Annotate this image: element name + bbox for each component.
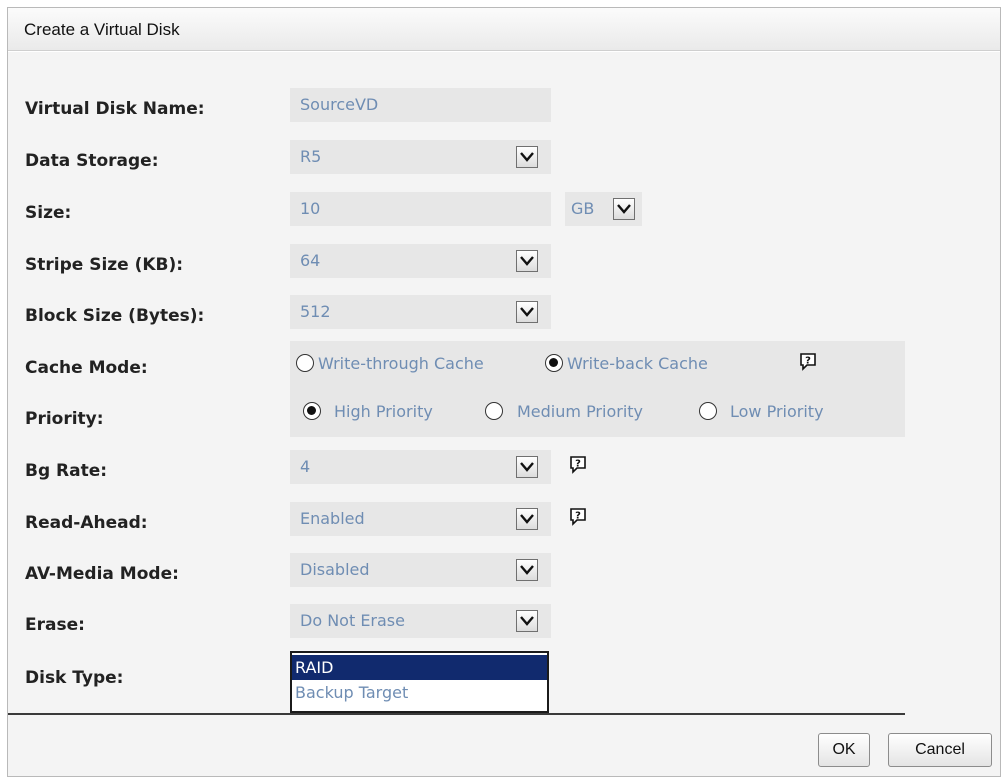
size-input[interactable]: 10 [290,192,551,226]
chevron-down-icon [617,204,631,214]
stripe-size-select[interactable]: 64 [290,244,551,278]
svg-text:?: ? [575,459,581,470]
av-media-mode-select[interactable]: Disabled [290,553,551,587]
help-icon[interactable]: ? [568,506,588,526]
create-virtual-disk-dialog: Create a Virtual Disk Virtual Disk Name:… [7,7,1001,777]
erase-label: Erase: [25,615,85,635]
read-ahead-dropdown-button[interactable] [516,508,538,530]
cache-mode-write-back-radio[interactable] [545,354,563,372]
priority-low-label[interactable]: Low Priority [730,402,824,421]
virtual-disk-name-label: Virtual Disk Name: [25,99,205,119]
data-storage-value: R5 [300,147,322,166]
ok-button[interactable]: OK [818,733,870,767]
size-unit-value: GB [571,199,595,218]
divider [8,713,905,715]
read-ahead-label: Read-Ahead: [25,513,148,533]
priority-high-radio[interactable] [303,402,321,420]
block-size-value: 512 [300,302,331,321]
stripe-size-dropdown-button[interactable] [516,250,538,272]
erase-dropdown-button[interactable] [516,610,538,632]
priority-medium-radio[interactable] [485,402,503,420]
dialog-title: Create a Virtual Disk [24,20,180,39]
av-media-mode-label: AV-Media Mode: [25,564,179,584]
bg-rate-dropdown-button[interactable] [516,456,538,478]
block-size-label: Block Size (Bytes): [25,306,205,326]
cache-mode-write-through-label[interactable]: Write-through Cache [318,354,484,373]
read-ahead-value: Enabled [300,509,365,528]
cache-mode-write-through-radio[interactable] [296,354,314,372]
chevron-down-icon [520,462,534,472]
disk-type-label: Disk Type: [25,668,124,688]
virtual-disk-name-input[interactable]: SourceVD [290,88,551,122]
svg-text:?: ? [805,356,811,367]
stripe-size-value: 64 [300,251,321,270]
chevron-down-icon [520,514,534,524]
cache-mode-options: Write-through Cache Write-back Cache ? [290,341,905,385]
chevron-down-icon [520,565,534,575]
disk-type-option-raid[interactable]: RAID [292,655,547,680]
help-icon[interactable]: ? [568,454,588,474]
chevron-down-icon [520,616,534,626]
priority-options: High Priority Medium Priority Low Priori… [290,385,905,437]
bg-rate-select[interactable]: 4 [290,450,551,484]
erase-value: Do Not Erase [300,611,405,630]
cache-mode-write-back-label[interactable]: Write-back Cache [567,354,708,373]
priority-high-label[interactable]: High Priority [334,402,433,421]
size-label: Size: [25,203,72,223]
cache-mode-label: Cache Mode: [25,358,148,378]
cancel-button[interactable]: Cancel [888,733,992,767]
stripe-size-label: Stripe Size (KB): [25,255,184,275]
data-storage-label: Data Storage: [25,151,159,171]
chevron-down-icon [520,152,534,162]
av-media-mode-dropdown-button[interactable] [516,559,538,581]
block-size-dropdown-button[interactable] [516,301,538,323]
erase-select[interactable]: Do Not Erase [290,604,551,638]
av-media-mode-value: Disabled [300,560,370,579]
priority-label: Priority: [25,409,104,429]
data-storage-dropdown-button[interactable] [516,146,538,168]
dialog-content: Virtual Disk Name: SourceVD Data Storage… [8,52,1000,776]
block-size-select[interactable]: 512 [290,295,551,329]
chevron-down-icon [520,307,534,317]
disk-type-option-backup-target[interactable]: Backup Target [292,680,547,705]
dialog-titlebar: Create a Virtual Disk [8,8,1000,51]
priority-low-radio[interactable] [699,402,717,420]
size-unit-dropdown-button[interactable] [613,198,635,220]
svg-text:?: ? [575,511,581,522]
bg-rate-value: 4 [300,457,311,476]
bg-rate-label: Bg Rate: [25,461,108,481]
disk-type-listbox[interactable]: RAID Backup Target [290,651,549,713]
priority-medium-label[interactable]: Medium Priority [517,402,643,421]
read-ahead-select[interactable]: Enabled [290,502,551,536]
help-icon[interactable]: ? [798,351,818,371]
chevron-down-icon [520,256,534,266]
data-storage-select[interactable]: R5 [290,140,551,174]
